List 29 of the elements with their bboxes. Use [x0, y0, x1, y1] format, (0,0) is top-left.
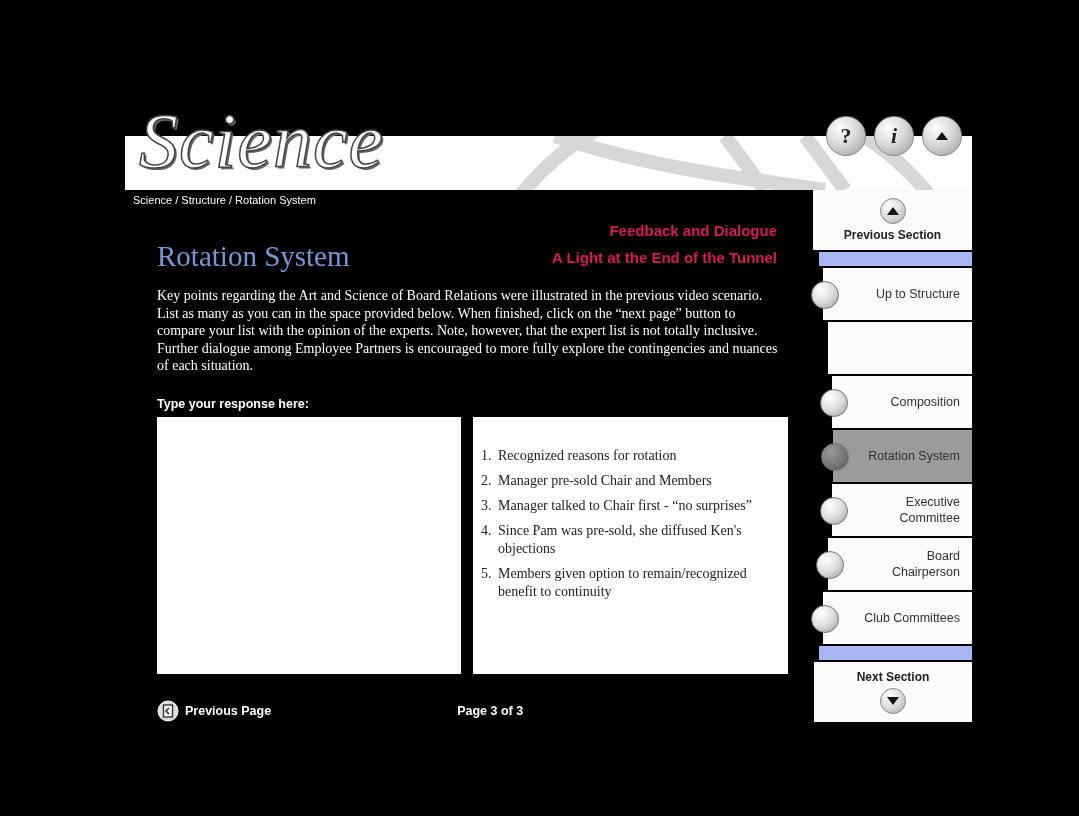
expert-point: 5. Members given option to remain/recognized benefit to continuity [481, 564, 748, 601]
nav-item[interactable]: Composition [832, 376, 972, 430]
nav-item[interactable]: Club Committees [823, 592, 972, 646]
nav-item[interactable]: Board Chairperson [828, 538, 972, 592]
expert-point: 2. Manager pre-sold Chair and Members [481, 471, 713, 490]
response-label: Type your response here: [157, 396, 310, 411]
expert-point: 4. Since Pam was pre-sold, she diffused Ken's objections [481, 521, 743, 558]
down-arrow-icon [886, 696, 900, 706]
subtitle: A Light at the End of the Tunnel [552, 249, 777, 266]
page-title: Rotation System [157, 240, 350, 273]
info-button[interactable]: i [874, 116, 914, 156]
subtitle: Feedback and Dialogue [609, 222, 777, 239]
previous-section-button[interactable]: Previous Section [813, 190, 972, 252]
next-section-button[interactable]: Next Section [814, 662, 972, 724]
up-arrow-icon [885, 206, 900, 216]
page-back-icon [157, 699, 179, 722]
nav-item[interactable]: Up to Structure [823, 268, 972, 322]
help-button[interactable]: ? [826, 116, 866, 156]
page-counter: Page 3 of 3 [457, 703, 524, 718]
previous-page-link[interactable]: Previous Page [157, 699, 272, 722]
expert-point: 3. Manager talked to Chair first - “no surprises” [481, 496, 753, 515]
up-arrow-icon [935, 131, 949, 141]
top-button[interactable] [922, 116, 962, 156]
instructions-paragraph: Key points regarding the Art and Science of Board Relations were illustrated in the previous video scenario. List as many as you can in the space provided below. When finished, click on the “next page” button to compare your list with the opinion of the experts. Note, however, that the expert list is not totally inclusive. Further dialogue among Employee Partners is encouraged to more fully explore the contingencies and nuances of each situation. [157, 287, 779, 375]
breadcrumb: Science / Structure / Rotation System [132, 193, 317, 208]
response-field[interactable] [157, 416, 461, 674]
nav-item[interactable]: Executive Committee [832, 484, 972, 538]
nav-item[interactable]: Rotation System [833, 430, 972, 484]
expert-point: 1. Recognized reasons for rotation [481, 446, 678, 465]
